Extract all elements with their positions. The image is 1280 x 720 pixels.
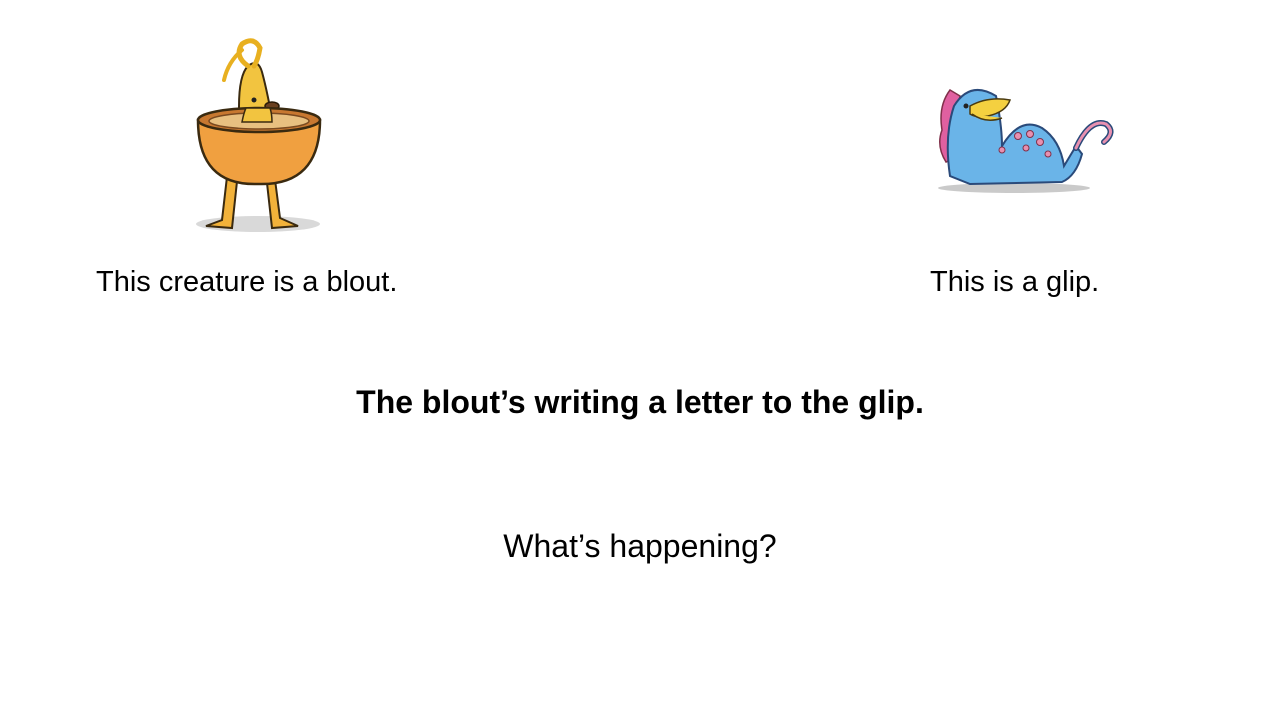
glip-caption: This is a glip. <box>930 266 1100 298</box>
question-prompt: What’s happening? <box>503 528 777 564</box>
story-sentence: The blout’s writing a letter to the glip… <box>356 384 924 420</box>
blout-caption: This creature is a blout. <box>96 266 398 298</box>
glip-illustration <box>938 88 1114 193</box>
slide: This creature is a blout. This is a glip… <box>0 0 1280 720</box>
blout-illustration <box>196 38 322 232</box>
